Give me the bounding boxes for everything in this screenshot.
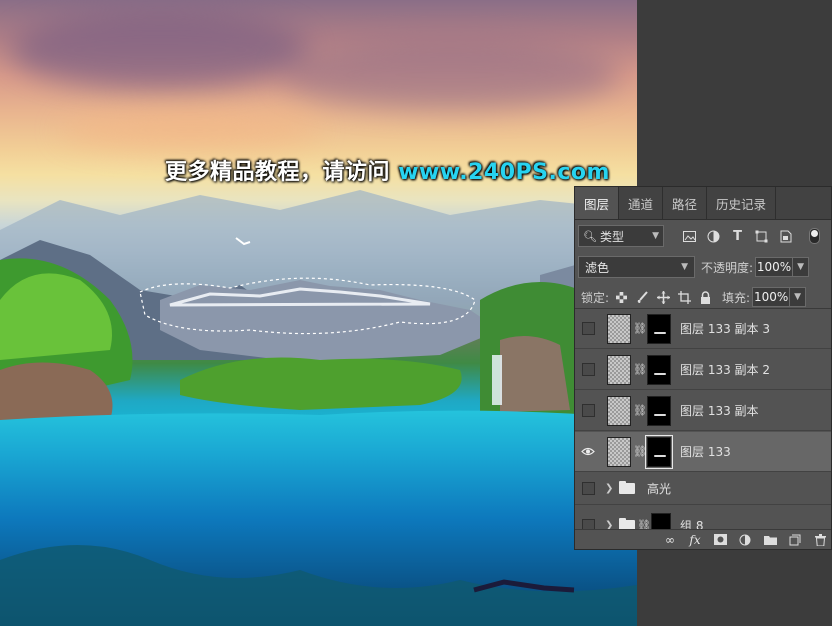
new-layer-icon[interactable]	[788, 533, 802, 547]
watermark-text: 更多精品教程，请访问	[165, 160, 391, 185]
layer-mask-thumbnail[interactable]	[647, 354, 671, 385]
tab-layers[interactable]: 图层	[575, 187, 620, 219]
lock-icons	[614, 290, 712, 304]
search-icon: 🔍︎	[583, 229, 597, 243]
visibility-toggle[interactable]	[575, 506, 601, 531]
layer-name: 图层 133	[680, 445, 731, 459]
watermark-url: www.240PS.com	[398, 160, 610, 185]
visibility-off-icon	[581, 404, 595, 417]
layer-thumbnail	[607, 313, 631, 344]
fill-dropdown-icon[interactable]: ▼	[790, 287, 807, 307]
lock-label: 锁定:	[581, 290, 610, 305]
opacity-input[interactable]: 100%	[755, 257, 794, 277]
blend-mode-select[interactable]: 滤色 ▼	[578, 256, 695, 278]
opacity-dropdown-icon[interactable]: ▼	[793, 257, 810, 277]
document-canvas[interactable]: 更多精品教程，请访问 www.240PS.com	[0, 0, 637, 626]
visibility-toggle[interactable]	[575, 350, 601, 389]
layer-name: 图层 133 副本 2	[680, 363, 770, 377]
tab-history[interactable]: 历史记录	[707, 187, 777, 219]
filter-toggle[interactable]	[809, 228, 820, 244]
group-row[interactable]: ❯ 高光	[575, 473, 831, 505]
layer-mask-thumbnail[interactable]	[645, 434, 673, 469]
blend-mode-value: 滤色	[585, 260, 610, 275]
layers-panel: 图层 通道 路径 历史记录 🔍︎ 类型 ▼ T 滤色 ▼ 不透明度: 100% …	[574, 186, 832, 550]
tab-channels[interactable]: 通道	[619, 187, 664, 219]
folder-icon	[619, 481, 635, 494]
shape-layer-filter-icon[interactable]	[754, 229, 769, 244]
visibility-toggle[interactable]	[575, 391, 601, 430]
visibility-off-icon	[581, 363, 595, 376]
layer-thumbnail	[607, 395, 631, 426]
mask-icon[interactable]	[713, 533, 727, 547]
group-row[interactable]: ❯ ⛓︎ 组 8	[575, 506, 831, 531]
filter-type-label: 类型	[599, 229, 624, 244]
layer-thumbnail	[607, 354, 631, 385]
chain-link-icon[interactable]: ⛓︎	[633, 404, 647, 417]
layer-name: 图层 133 副本	[680, 404, 759, 418]
layer-name: 图层 133 副本 3	[680, 322, 770, 336]
layer-row[interactable]: ⛓︎ 图层 133 副本	[575, 391, 831, 431]
panel-tabs: 图层 通道 路径 历史记录	[575, 187, 831, 220]
lock-all-icon[interactable]	[698, 290, 712, 304]
chain-link-icon[interactable]: ⛓︎	[633, 322, 647, 335]
layer-list: ⛓︎ 图层 133 副本 3 ⛓︎ 图层 133 副本 2 ⛓︎ 图层 133 …	[575, 309, 831, 531]
mountains	[0, 190, 637, 626]
chevron-down-icon: ▼	[681, 262, 688, 272]
filter-type-select[interactable]: 🔍︎ 类型 ▼	[578, 225, 664, 247]
filter-row: 🔍︎ 类型 ▼ T	[578, 225, 828, 247]
layer-row[interactable]: ⛓︎ 图层 133 副本 3	[575, 309, 831, 349]
trash-icon[interactable]	[813, 533, 827, 547]
fx-icon[interactable]: fx	[688, 533, 702, 547]
adjustment-icon[interactable]	[738, 533, 752, 547]
fill-input[interactable]: 100%	[752, 287, 791, 307]
visibility-off-icon	[581, 482, 595, 495]
eye-icon	[581, 447, 595, 456]
tab-paths[interactable]: 路径	[663, 187, 708, 219]
folder-icon[interactable]	[763, 533, 777, 547]
lock-paint-icon[interactable]	[635, 290, 649, 304]
adjustment-layer-filter-icon[interactable]	[706, 229, 721, 244]
visibility-off-icon	[581, 322, 595, 335]
opacity-label: 不透明度:	[701, 260, 754, 275]
link-icon[interactable]: ∞	[663, 533, 677, 547]
smart-object-filter-icon[interactable]	[778, 229, 793, 244]
layer-row-selected[interactable]: ⛓︎ 图层 133	[575, 432, 831, 472]
type-layer-filter-icon[interactable]: T	[730, 229, 745, 244]
lock-row: 锁定: 填充: 100% ▼	[581, 287, 831, 307]
visibility-toggle[interactable]	[575, 432, 601, 471]
lock-position-icon[interactable]	[656, 290, 670, 304]
pixel-layer-filter-icon[interactable]	[682, 229, 697, 244]
layer-row[interactable]: ⛓︎ 图层 133 副本 2	[575, 350, 831, 390]
chain-link-icon[interactable]: ⛓︎	[633, 363, 647, 376]
layer-mask-thumbnail[interactable]	[647, 395, 671, 426]
filter-icons: T	[682, 229, 793, 244]
fill-label: 填充:	[722, 290, 751, 305]
lock-artboard-icon[interactable]	[677, 290, 691, 304]
layer-mask-thumbnail[interactable]	[647, 313, 671, 344]
expand-arrow-icon[interactable]: ❯	[605, 483, 615, 494]
layer-thumbnail	[607, 436, 631, 467]
chain-link-icon[interactable]: ⛓︎	[633, 445, 647, 458]
blend-row: 滤色 ▼ 不透明度: 100% ▼	[578, 256, 830, 278]
group-name: 高光	[647, 482, 672, 496]
lock-transparent-icon[interactable]	[614, 290, 628, 304]
visibility-toggle[interactable]	[575, 309, 601, 348]
watermark: 更多精品教程，请访问 www.240PS.com	[165, 154, 610, 186]
chevron-down-icon: ▼	[652, 231, 659, 241]
visibility-toggle[interactable]	[575, 473, 601, 504]
panel-bottom-toolbar: ∞ fx	[575, 529, 831, 549]
